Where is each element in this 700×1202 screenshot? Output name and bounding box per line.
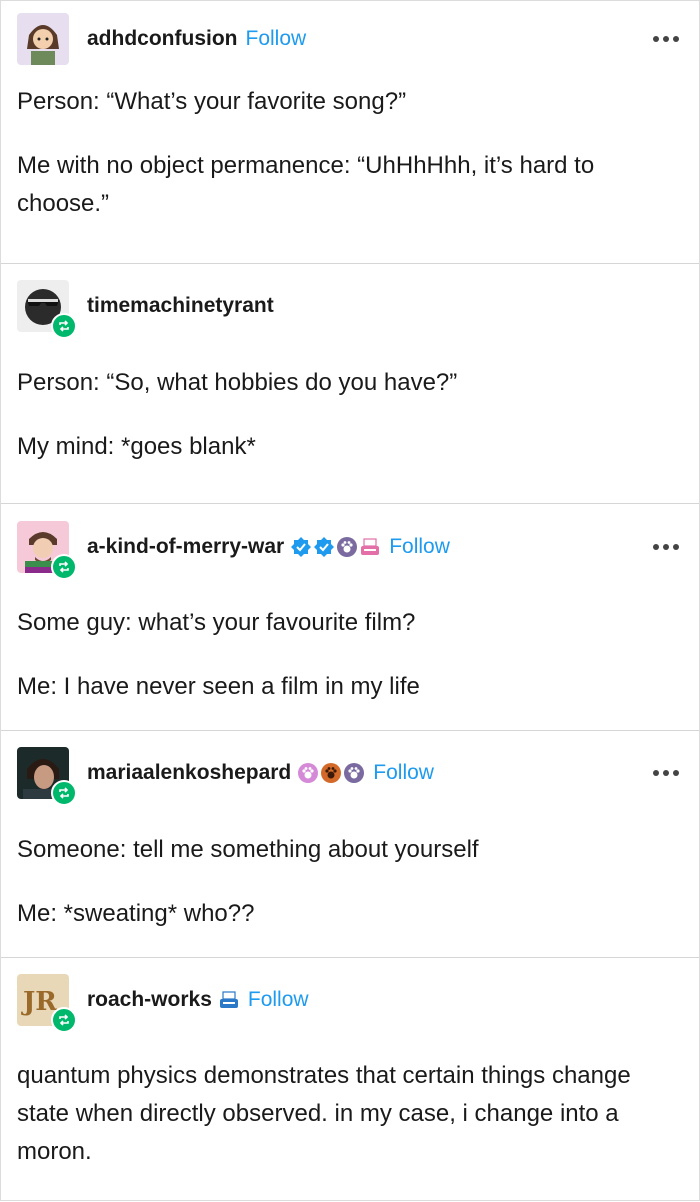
reblog-icon xyxy=(51,313,77,339)
name-row: adhdconfusion Follow xyxy=(87,13,306,65)
follow-button[interactable]: Follow xyxy=(248,988,309,1012)
name-row: a-kind-of-merry-war Follow xyxy=(87,521,450,573)
avatar[interactable]: JR xyxy=(17,974,77,1033)
follow-button[interactable]: Follow xyxy=(389,535,450,559)
post: adhdconfusion Follow Person: “What’s you… xyxy=(1,1,699,264)
name-row: mariaalenkoshepard Follow xyxy=(87,747,434,799)
avatar[interactable] xyxy=(17,280,77,339)
username[interactable]: mariaalenkoshepard xyxy=(87,761,291,785)
post-header: adhdconfusion Follow xyxy=(17,13,683,69)
paw-badge-icon xyxy=(336,536,358,558)
post-header: a-kind-of-merry-war Follow xyxy=(17,521,683,580)
post-header: mariaalenkoshepard Follow xyxy=(17,747,683,806)
post-paragraph: Person: “So, what hobbies do you have?” xyxy=(17,369,458,396)
post-body: Person: “What’s your favorite song?” Me … xyxy=(17,83,677,249)
badge-list xyxy=(218,989,240,1011)
reblog-icon xyxy=(51,780,77,806)
post-body: Person: “So, what hobbies do you have?” … xyxy=(17,364,677,492)
more-options-icon[interactable] xyxy=(653,535,679,559)
avatar[interactable] xyxy=(17,747,77,806)
girl-avatar-icon xyxy=(17,13,69,65)
verified-badge-icon xyxy=(290,536,312,558)
username[interactable]: timemachinetyrant xyxy=(87,294,274,318)
badge-list xyxy=(297,762,365,784)
reblog-icon xyxy=(51,554,77,580)
paw-badge-icon xyxy=(297,762,319,784)
post-paragraph: Me with no object permanence: “UhHhHhh, … xyxy=(17,152,595,217)
username[interactable]: a-kind-of-merry-war xyxy=(87,535,284,559)
avatar[interactable] xyxy=(17,13,69,65)
post: a-kind-of-merry-war Follow Some guy: wha… xyxy=(1,504,699,731)
reblog-icon xyxy=(51,1007,77,1033)
username[interactable]: adhdconfusion xyxy=(87,27,238,51)
post-paragraph: My mind: *goes blank* xyxy=(17,433,256,460)
reblog-thread: adhdconfusion Follow Person: “What’s you… xyxy=(0,0,700,1201)
post: JR roach-works Follow quantum physics de… xyxy=(1,958,699,1202)
post-body: Some guy: what’s your favourite film? Me… xyxy=(17,604,677,732)
post-paragraph: Someone: tell me something about yoursel… xyxy=(17,836,479,863)
post-paragraph: Me: *sweating* who?? xyxy=(17,900,255,927)
post-body: quantum physics demonstrates that certai… xyxy=(17,1057,677,1197)
follow-button[interactable]: Follow xyxy=(246,27,307,51)
post-header: JR roach-works Follow xyxy=(17,974,683,1033)
more-options-icon[interactable] xyxy=(653,761,679,785)
post-header: timemachinetyrant xyxy=(17,280,683,339)
post-body: Someone: tell me something about yoursel… xyxy=(17,831,677,959)
typewriter-badge-icon xyxy=(359,536,381,558)
post-paragraph: quantum physics demonstrates that certai… xyxy=(17,1062,631,1165)
more-options-icon[interactable] xyxy=(653,27,679,51)
paw-badge-icon xyxy=(343,762,365,784)
paw-badge-icon xyxy=(320,762,342,784)
post-paragraph: Some guy: what’s your favourite film? xyxy=(17,609,416,636)
post-paragraph: Person: “What’s your favorite song?” xyxy=(17,88,407,115)
username[interactable]: roach-works xyxy=(87,988,212,1012)
post-paragraph: Me: I have never seen a film in my life xyxy=(17,673,420,700)
post: mariaalenkoshepard Follow Someone: tell xyxy=(1,731,699,958)
avatar[interactable] xyxy=(17,521,77,580)
typewriter-badge-icon xyxy=(218,989,240,1011)
name-row: roach-works Follow xyxy=(87,974,309,1026)
name-row: timemachinetyrant xyxy=(87,280,274,332)
badge-list xyxy=(290,536,381,558)
verified-badge-icon xyxy=(313,536,335,558)
post: timemachinetyrant Person: “So, what hobb… xyxy=(1,264,699,504)
follow-button[interactable]: Follow xyxy=(373,761,434,785)
